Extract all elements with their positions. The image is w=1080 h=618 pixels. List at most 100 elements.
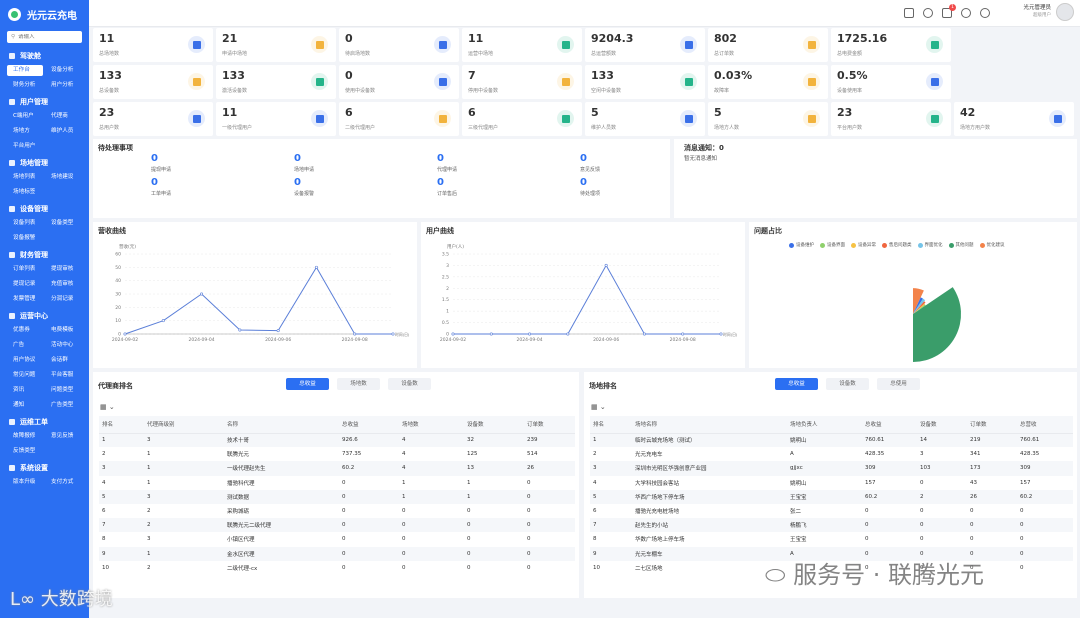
- table-row[interactable]: 7 赵先生的小站 杨鹏飞 0 0 0 0: [590, 518, 1073, 533]
- fullscreen-icon[interactable]: [904, 8, 914, 18]
- table-settings-icon[interactable]: ▦ ⌄: [591, 403, 606, 411]
- sidebar-item[interactable]: 支付方式: [45, 475, 83, 490]
- sidebar-item[interactable]: 反馈类型: [7, 444, 45, 459]
- table-row[interactable]: 3 深圳市光明区华强创意产业园 gjjxc 309 103 173 309: [590, 461, 1073, 476]
- sidebar-group-title[interactable]: 场地管理: [0, 156, 89, 170]
- sidebar-item[interactable]: 维护人员: [45, 124, 83, 139]
- sidebar-item[interactable]: 会话群: [45, 353, 83, 368]
- table-row[interactable]: 9 1 金水区代理 0 0 0 0: [99, 546, 575, 561]
- sidebar-item[interactable]: 发票管理: [7, 292, 45, 307]
- sidebar-item[interactable]: 设备列表: [7, 216, 45, 231]
- sidebar-item[interactable]: 设备类型: [45, 216, 83, 231]
- sidebar-search[interactable]: ⚲: [7, 31, 82, 43]
- sidebar-item[interactable]: 电费模板: [45, 323, 83, 338]
- sidebar-item[interactable]: C端用户: [7, 109, 45, 124]
- sidebar-item[interactable]: 活动中心: [45, 338, 83, 353]
- pending-item[interactable]: 0 订单售后: [417, 177, 560, 197]
- sidebar-item[interactable]: 资讯: [7, 383, 45, 398]
- column-header[interactable]: 排名: [99, 416, 144, 434]
- table-row[interactable]: 4 大学科技园会客站 姚明山 157 0 43 157: [590, 476, 1073, 490]
- rank-tab[interactable]: 设备数: [826, 378, 869, 390]
- column-header[interactable]: 排名: [590, 416, 632, 434]
- column-header[interactable]: 设备数: [464, 416, 524, 434]
- pending-item[interactable]: 0 提现申请: [131, 153, 274, 173]
- sidebar-item[interactable]: 通知: [7, 398, 45, 413]
- sidebar-item[interactable]: 场地方: [7, 124, 45, 139]
- sidebar-item[interactable]: 财务分析: [7, 78, 45, 93]
- column-header[interactable]: 订单数: [967, 416, 1017, 434]
- rank-tab[interactable]: 设备数: [388, 378, 431, 390]
- sidebar-item[interactable]: 用户协议: [7, 353, 45, 368]
- table-row[interactable]: 1 临时云城充场地（测试） 姚明山 760.61 14 219 760.61: [590, 433, 1073, 448]
- sidebar-item[interactable]: 广告: [7, 338, 45, 353]
- table-row[interactable]: 6 2 采购城砺 0 0 0 0: [99, 504, 575, 518]
- pending-item[interactable]: 0 代理申请: [417, 153, 560, 173]
- table-row[interactable]: 10 2 二级代理-cx 0 0 0 0: [99, 561, 575, 575]
- sidebar-item[interactable]: 提现审核: [45, 262, 83, 277]
- user-menu[interactable]: 光元管理员 超级用户: [1023, 3, 1074, 21]
- sidebar-item[interactable]: 工作台: [7, 65, 43, 76]
- column-header[interactable]: 设备数: [917, 416, 967, 434]
- sidebar-item[interactable]: 场地列表: [7, 170, 45, 185]
- column-header[interactable]: 订单数: [524, 416, 575, 434]
- table-row[interactable]: 2 光元充电车 A 428.35 3 341 428.35: [590, 447, 1073, 461]
- sidebar-item[interactable]: 问题类型: [45, 383, 83, 398]
- avatar[interactable]: [1056, 3, 1074, 21]
- sidebar-item[interactable]: 设备分析: [45, 63, 83, 78]
- sidebar-item[interactable]: 广告类型: [45, 398, 83, 413]
- sidebar-item[interactable]: 场地建设: [45, 170, 83, 185]
- sidebar-item[interactable]: 用户分析: [45, 78, 83, 93]
- column-header[interactable]: 名称: [224, 416, 339, 434]
- table-row[interactable]: 1 3 技术十哥 926.6 4 32 239: [99, 433, 575, 448]
- sidebar-item[interactable]: 提现记录: [7, 277, 45, 292]
- table-row[interactable]: 8 华数广场地上停车场 王宝宝 0 0 0 0: [590, 532, 1073, 546]
- table-row[interactable]: 4 1 播驰科代理 0 1 1 0: [99, 476, 575, 490]
- table-settings-icon[interactable]: ▦ ⌄: [100, 403, 115, 411]
- rank-tab[interactable]: 总收益: [775, 378, 818, 390]
- sidebar-item[interactable]: 场地标签: [7, 185, 45, 200]
- column-header[interactable]: 总营收: [1017, 416, 1073, 434]
- sidebar-item[interactable]: 常见问题: [7, 368, 45, 383]
- pending-item[interactable]: 0 场地申请: [274, 153, 417, 173]
- refresh-icon[interactable]: [923, 8, 933, 18]
- rank-tab[interactable]: 场地数: [337, 378, 380, 390]
- sidebar-item[interactable]: 意见反馈: [45, 429, 83, 444]
- column-header[interactable]: 代理商级别: [144, 416, 224, 434]
- language-icon[interactable]: [980, 8, 990, 18]
- column-header[interactable]: 场地负责人: [787, 416, 862, 434]
- pending-item[interactable]: 0 工单申请: [131, 177, 274, 197]
- pending-item[interactable]: 0 设备报警: [274, 177, 417, 197]
- message-icon[interactable]: 1: [942, 4, 956, 18]
- sidebar-item[interactable]: 版本升级: [7, 475, 45, 490]
- sidebar-group-title[interactable]: 驾驶舱: [0, 49, 89, 63]
- sidebar-item[interactable]: 充值审核: [45, 277, 83, 292]
- column-header[interactable]: 总收益: [339, 416, 399, 434]
- rank-tab[interactable]: 总收益: [286, 378, 329, 390]
- sidebar-group-title[interactable]: 系统设置: [0, 461, 89, 475]
- rank-tab[interactable]: 总使用: [877, 378, 920, 390]
- sidebar-item[interactable]: 设备报警: [7, 231, 45, 246]
- column-header[interactable]: 场地数: [399, 416, 464, 434]
- column-header[interactable]: 场地名称: [632, 416, 787, 434]
- table-row[interactable]: 3 1 一级代理赵先生 60.2 4 13 26: [99, 461, 575, 476]
- search-input[interactable]: [18, 34, 79, 40]
- table-row[interactable]: 6 播驰光充电桩场地 张二 0 0 0 0: [590, 504, 1073, 518]
- sidebar-item[interactable]: 优惠券: [7, 323, 45, 338]
- sidebar-item[interactable]: 平台客服: [45, 368, 83, 383]
- column-header[interactable]: 总收益: [862, 416, 917, 434]
- table-row[interactable]: 5 3 测试数据 0 1 1 0: [99, 489, 575, 504]
- table-row[interactable]: 8 3 小镇区代理 0 0 0 0: [99, 532, 575, 546]
- sidebar-item[interactable]: 故障报修: [7, 429, 45, 444]
- sidebar-group-title[interactable]: 运维工单: [0, 415, 89, 429]
- table-row[interactable]: 5 华西广场地下停车场 王宝宝 60.2 2 26 60.2: [590, 489, 1073, 504]
- table-row[interactable]: 7 2 联腾光元二级代理 0 0 0 0: [99, 518, 575, 533]
- table-row[interactable]: 2 1 联腾光元 737.35 4 125 514: [99, 447, 575, 461]
- sidebar-item[interactable]: 平台用户: [7, 139, 45, 154]
- sidebar-group-title[interactable]: 用户管理: [0, 95, 89, 109]
- sidebar-item[interactable]: 分润记录: [45, 292, 83, 307]
- sidebar-group-title[interactable]: 设备管理: [0, 202, 89, 216]
- sidebar-item[interactable]: 代理商: [45, 109, 83, 124]
- help-icon[interactable]: [961, 8, 971, 18]
- sidebar-group-title[interactable]: 运营中心: [0, 309, 89, 323]
- sidebar-item[interactable]: 订单列表: [7, 262, 45, 277]
